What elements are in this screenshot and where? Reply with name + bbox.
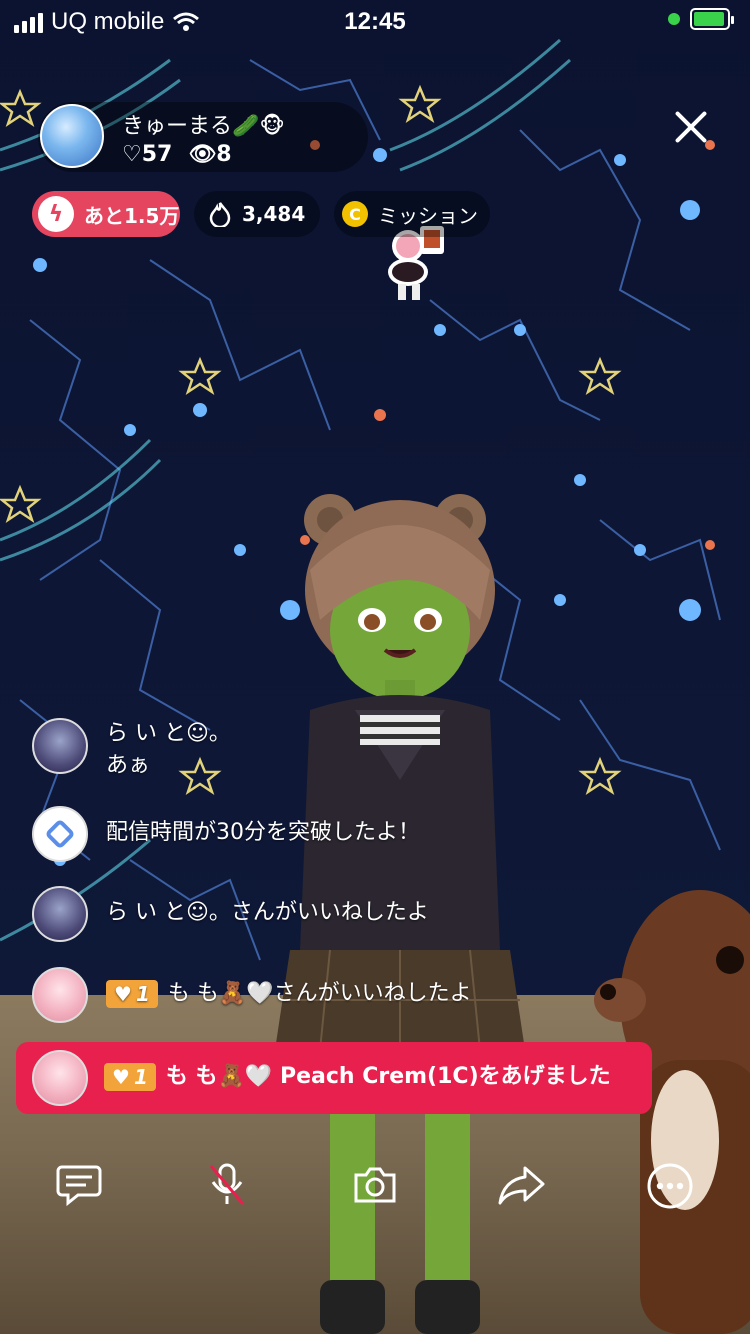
chat-message-text: ら い と☺。 あぁ xyxy=(106,718,231,782)
status-right xyxy=(668,8,734,30)
viewers-count: 👁8 xyxy=(188,142,232,167)
comment-button[interactable] xyxy=(54,1160,104,1210)
mic-off-icon xyxy=(209,1163,245,1205)
goal-pill[interactable]: ϟ あと1.5万 xyxy=(32,191,180,237)
host-name: きゅーまる🥒🐵 xyxy=(122,114,285,139)
chat-message-text: ら い と☺。さんがいいねしたよ xyxy=(106,900,429,925)
user-avatar[interactable] xyxy=(32,886,88,942)
share-button[interactable] xyxy=(496,1160,546,1210)
user-avatar[interactable] xyxy=(32,718,88,774)
user-avatar[interactable] xyxy=(32,967,88,1023)
fan-badge: ♥ 1 xyxy=(104,1063,156,1091)
fire-points-pill[interactable]: 3,484 xyxy=(194,191,320,237)
mission-label: ミッション xyxy=(378,203,478,228)
chat-message[interactable]: ♥ 1 も も🧸🤍さんがいいねしたよ xyxy=(32,967,472,1023)
host-info-card[interactable]: きゅーまる🥒🐵 ♡57 👁8 xyxy=(38,102,368,172)
fire-icon xyxy=(206,200,234,228)
coin-icon: C xyxy=(342,201,368,227)
chat-message[interactable]: ら い と☺。 あぁ xyxy=(32,718,231,782)
mic-in-use-indicator xyxy=(668,13,680,25)
camera-icon xyxy=(354,1167,396,1203)
clock: 12:45 xyxy=(344,8,406,35)
close-button[interactable] xyxy=(668,104,714,150)
fire-count: 3,484 xyxy=(242,202,306,226)
camera-button[interactable] xyxy=(350,1160,400,1210)
heart-icon: ♥ xyxy=(114,982,132,1006)
mission-pill[interactable]: C ミッション xyxy=(334,191,490,237)
chat-system-message: 配信時間が30分を突破したよ！ xyxy=(32,806,420,862)
heart-icon: ♥ xyxy=(112,1065,130,1089)
fan-level: 1 xyxy=(133,1065,148,1089)
more-icon xyxy=(647,1163,693,1209)
gift-notification: ♥ 1 も も🧸🤍 Peach Crem(1C)をあげました xyxy=(16,1042,652,1114)
chat-username: ら い と☺。 xyxy=(106,721,231,746)
chat-body: あぁ xyxy=(106,753,151,778)
chat-body: も も🧸🤍さんがいいねしたよ xyxy=(167,981,472,1006)
mic-toggle-button[interactable] xyxy=(202,1160,252,1210)
chat-message[interactable]: ら い と☺。さんがいいねしたよ xyxy=(32,886,429,942)
goal-remaining: あと1.5万 xyxy=(84,203,180,228)
more-button[interactable] xyxy=(644,1160,696,1212)
gift-message: も も🧸🤍 Peach Crem(1C)をあげました xyxy=(165,1064,611,1089)
system-avatar xyxy=(32,806,88,862)
app-logo-icon xyxy=(46,820,74,848)
comment-icon xyxy=(56,1165,102,1207)
host-stats: ♡57 👁8 xyxy=(122,142,232,167)
fan-badge: ♥ 1 xyxy=(106,980,158,1008)
gift-text: ♥ 1 も も🧸🤍 Peach Crem(1C)をあげました xyxy=(104,1060,611,1094)
system-text: 配信時間が30分を突破したよ！ xyxy=(106,820,420,845)
chat-message-text: ♥ 1 も も🧸🤍さんがいいねしたよ xyxy=(106,967,472,1010)
lightning-icon: ϟ xyxy=(38,196,74,232)
host-avatar[interactable] xyxy=(40,104,104,168)
status-bar: UQ mobile 12:45 xyxy=(0,0,750,44)
user-avatar[interactable] xyxy=(32,1050,88,1106)
fan-level: 1 xyxy=(135,982,150,1006)
likes-count: ♡57 xyxy=(122,142,173,167)
share-icon xyxy=(498,1166,545,1205)
battery-icon xyxy=(690,8,734,30)
